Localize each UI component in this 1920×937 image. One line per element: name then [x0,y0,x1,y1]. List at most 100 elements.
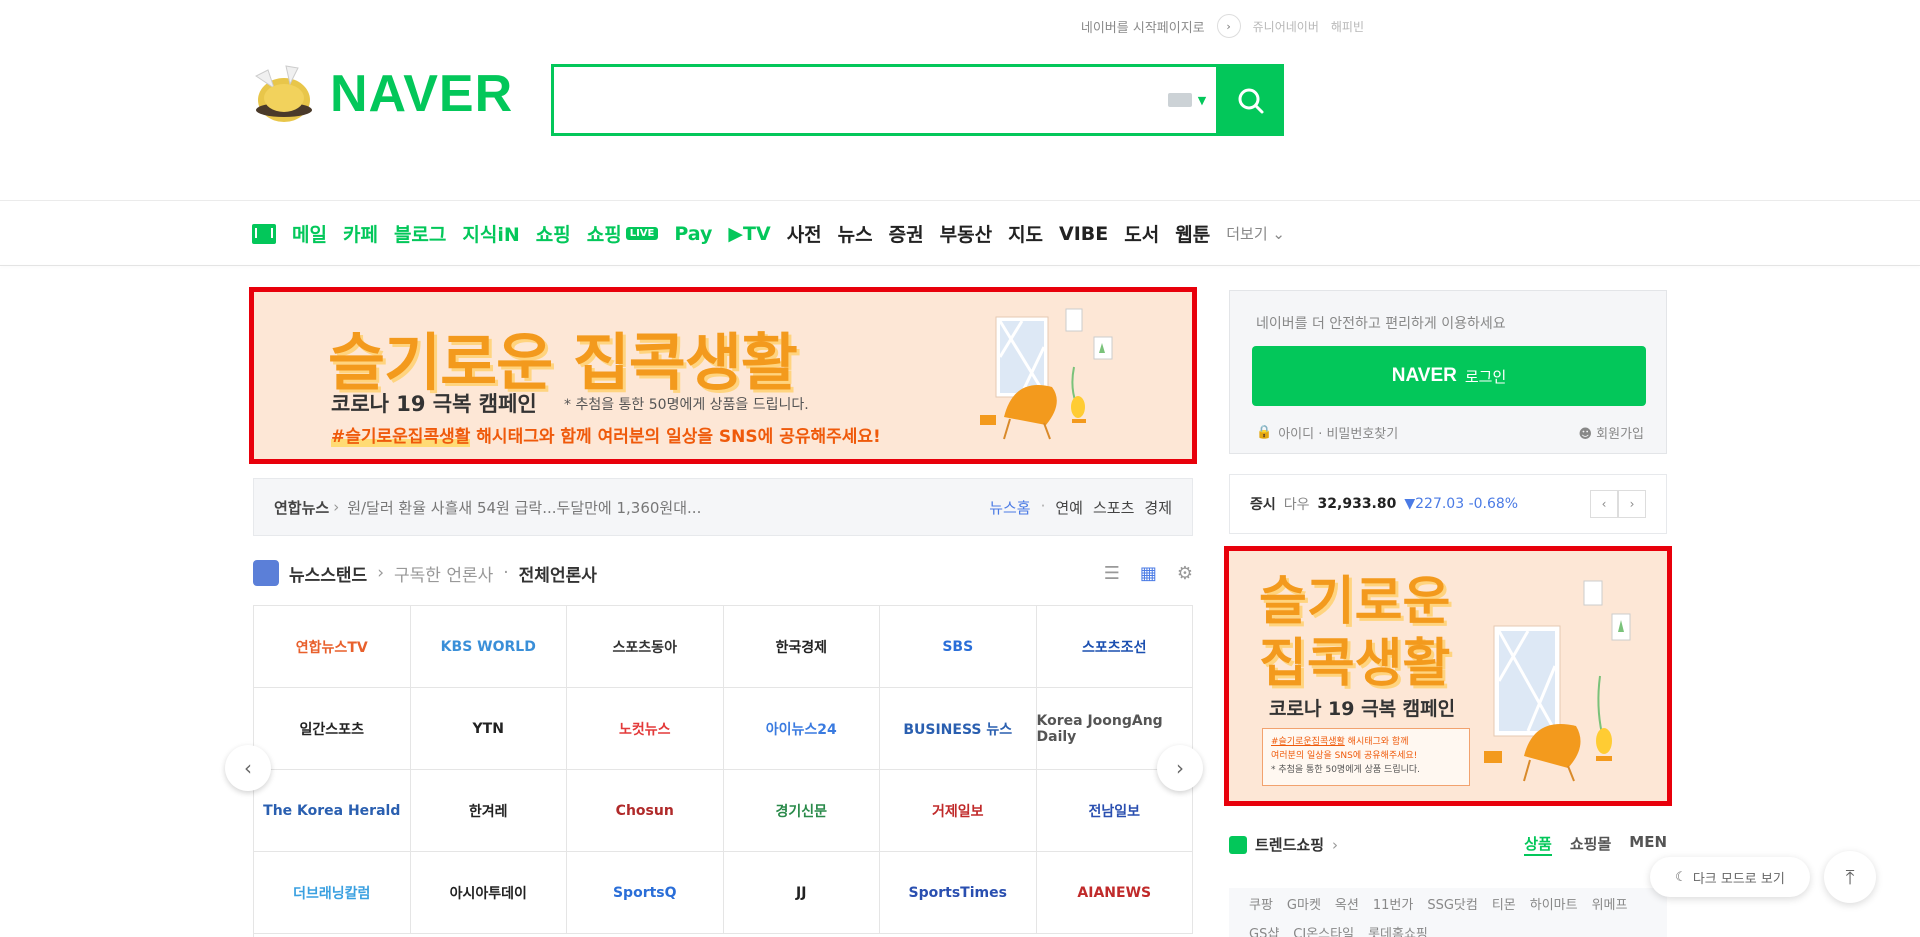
trend-tag[interactable]: 쿠팡 [1249,894,1273,913]
news-headline[interactable]: 원/달러 환율 사흘새 54원 급락...두달만에 1,360원대... [347,497,701,518]
mail-icon[interactable] [252,223,276,244]
nav-item-stock[interactable]: 증권 [889,220,924,247]
trend-tag[interactable]: SSG닷컴 [1427,894,1478,913]
login-button[interactable]: NAVER 로그인 [1252,346,1646,406]
press-cell[interactable]: 일간스포츠 [254,688,411,770]
nav-more-button[interactable]: 더보기 ⌄ [1226,223,1285,244]
news-cat-entertainment[interactable]: 연예 [1055,497,1083,518]
nav-item-map[interactable]: 지도 [1008,220,1043,247]
press-cell[interactable]: SportsQ [567,852,724,934]
user-icon: ☻ [1578,427,1593,442]
news-source[interactable]: 연합뉴스 [274,497,329,518]
nav-item-realestate[interactable]: 부동산 [940,220,992,247]
trend-tag[interactable]: 하이마트 [1530,894,1578,913]
news-cat-economy[interactable]: 경제 [1144,497,1172,518]
press-cell[interactable]: KBS WORLD [410,606,567,688]
nav-item-webtoon[interactable]: 웹툰 [1175,220,1210,247]
news-cat-home[interactable]: 뉴스홈 [989,497,1030,518]
list-view-icon[interactable]: ☰ [1104,563,1120,584]
dark-mode-button[interactable]: ☾ 다크 모드로 보기 [1650,857,1810,897]
press-cell[interactable]: SBS [880,606,1037,688]
logo-mascot-icon [246,58,318,130]
side-campaign-banner[interactable]: 슬기로운 집콕생활 코로나 19 극복 캠페인 #슬기로운집콕생활 해시태그와 … [1224,546,1672,806]
press-cell[interactable]: 스포츠동아 [567,606,724,688]
press-cell[interactable]: 노컷뉴스 [567,688,724,770]
stock-label[interactable]: 증시 [1250,494,1276,514]
press-cell[interactable]: 스포츠조선 [1036,606,1193,688]
press-cell[interactable]: 아시아투데이 [410,852,567,934]
nav-item-tv[interactable]: ▶TV [728,223,770,245]
nav-item-shopping-live[interactable]: 쇼핑 LIVE [587,220,659,247]
press-logo: AIANEWS [1077,884,1152,901]
trend-tag[interactable]: GS샵 [1249,923,1279,937]
press-cell[interactable]: YTN [410,688,567,770]
keyboard-toggle[interactable]: ▼ [1158,67,1216,133]
banner-subtitle: 코로나 19 극복 캠페인 [331,392,537,416]
press-cell[interactable]: 경기신문 [723,770,880,852]
trend-tag[interactable]: 옥션 [1335,894,1359,913]
nav-item-vibe[interactable]: VIBE [1059,223,1108,245]
moon-icon: ☾ [1675,869,1687,885]
trend-tag[interactable]: 롯데홈쇼핑 [1368,923,1428,937]
newsstand-next-button[interactable]: › [1157,745,1203,791]
room-illustration-icon [980,308,1113,440]
press-logo: 일간스포츠 [299,721,364,738]
trend-tab-malls[interactable]: 쇼핑몰 [1570,833,1611,856]
nav-item-pay[interactable]: Pay [674,223,712,245]
press-logo: 스포츠조선 [1082,639,1147,656]
nav-item-mail[interactable]: 메일 [292,220,327,247]
press-logo: JJ [796,884,807,901]
stock-prev-button[interactable]: ‹ [1590,490,1618,518]
stock-next-button[interactable]: › [1618,490,1646,518]
press-cell[interactable]: 거제일보 [880,770,1037,852]
nav-item-blog[interactable]: 블로그 [394,220,446,247]
chevron-right-icon[interactable]: › [1216,14,1241,38]
scroll-top-button[interactable]: ⤒ [1824,851,1876,903]
search-input[interactable] [554,67,1158,133]
trend-tag[interactable]: 티몬 [1492,894,1516,913]
start-page-link[interactable]: 네이버를 시작페이지로 [1081,17,1205,36]
nav-item-books[interactable]: 도서 [1124,220,1159,247]
press-cell[interactable]: AIANEWS [1036,852,1193,934]
trend-tab-men[interactable]: MEN [1629,833,1667,856]
press-cell[interactable]: JJ [723,852,880,934]
trend-shopping-header: 트렌드쇼핑 › 상품 쇼핑몰 MEN [1229,833,1667,856]
press-cell[interactable]: 아이뉴스24 [723,688,880,770]
news-cat-sports[interactable]: 스포츠 [1093,497,1134,518]
nav-item-dictionary[interactable]: 사전 [787,220,822,247]
trend-title[interactable]: 트렌드쇼핑 [1255,834,1324,855]
nav-item-cafe[interactable]: 카페 [343,220,378,247]
press-cell[interactable]: 한국경제 [723,606,880,688]
trend-tag[interactable]: CJ온스타일 [1293,923,1354,937]
search-button[interactable] [1216,64,1284,136]
signup-link[interactable]: ☻ 회원가입 [1578,423,1644,442]
campaign-banner[interactable]: 슬기로운 집콕생활 코로나 19 극복 캠페인 * 추첨을 통한 50명에게 상… [249,287,1197,464]
trend-tag[interactable]: G마켓 [1287,894,1321,913]
naver-logo[interactable]: NAVER [246,58,513,130]
stock-index[interactable]: 다우 [1284,494,1310,514]
newsstand-subscribed[interactable]: 구독한 언론사 [394,561,493,586]
nav-item-shopping[interactable]: 쇼핑 [536,220,571,247]
nav-item-news[interactable]: 뉴스 [838,220,873,247]
junior-naver-link[interactable]: 쥬니어네이버 [1253,18,1319,35]
newsstand-prev-button[interactable]: ‹ [225,745,271,791]
newsstand-title[interactable]: 뉴스스탠드 [289,561,367,586]
press-cell[interactable]: 연합뉴스TV [254,606,411,688]
press-cell[interactable]: The Korea Herald [254,770,411,852]
press-cell[interactable]: SportsTimes [880,852,1037,934]
trend-tag[interactable]: 위메프 [1592,894,1628,913]
press-logo: 경기신문 [775,803,828,820]
happybean-link[interactable]: 해피빈 [1331,18,1364,35]
grid-view-icon[interactable]: ▦ [1140,563,1157,584]
settings-icon[interactable]: ⚙ [1177,563,1193,584]
trend-tab-products[interactable]: 상품 [1524,833,1552,856]
side-banner-box: #슬기로운집콕생활 해시태그와 함께 여러분의 일상을 SNS에 공유해주세요!… [1262,728,1470,786]
nav-item-kin[interactable]: 지식iN [462,220,519,247]
press-cell[interactable]: Chosun [567,770,724,852]
press-cell[interactable]: BUSINESS 뉴스 [880,688,1037,770]
find-account-link[interactable]: 🔒 아이디 · 비밀번호찾기 [1256,423,1398,442]
press-cell[interactable]: 한겨레 [410,770,567,852]
newsstand-all[interactable]: 전체언론사 [519,561,597,586]
trend-tag[interactable]: 11번가 [1373,894,1413,913]
press-cell[interactable]: 더브래닝칼럼 [254,852,411,934]
